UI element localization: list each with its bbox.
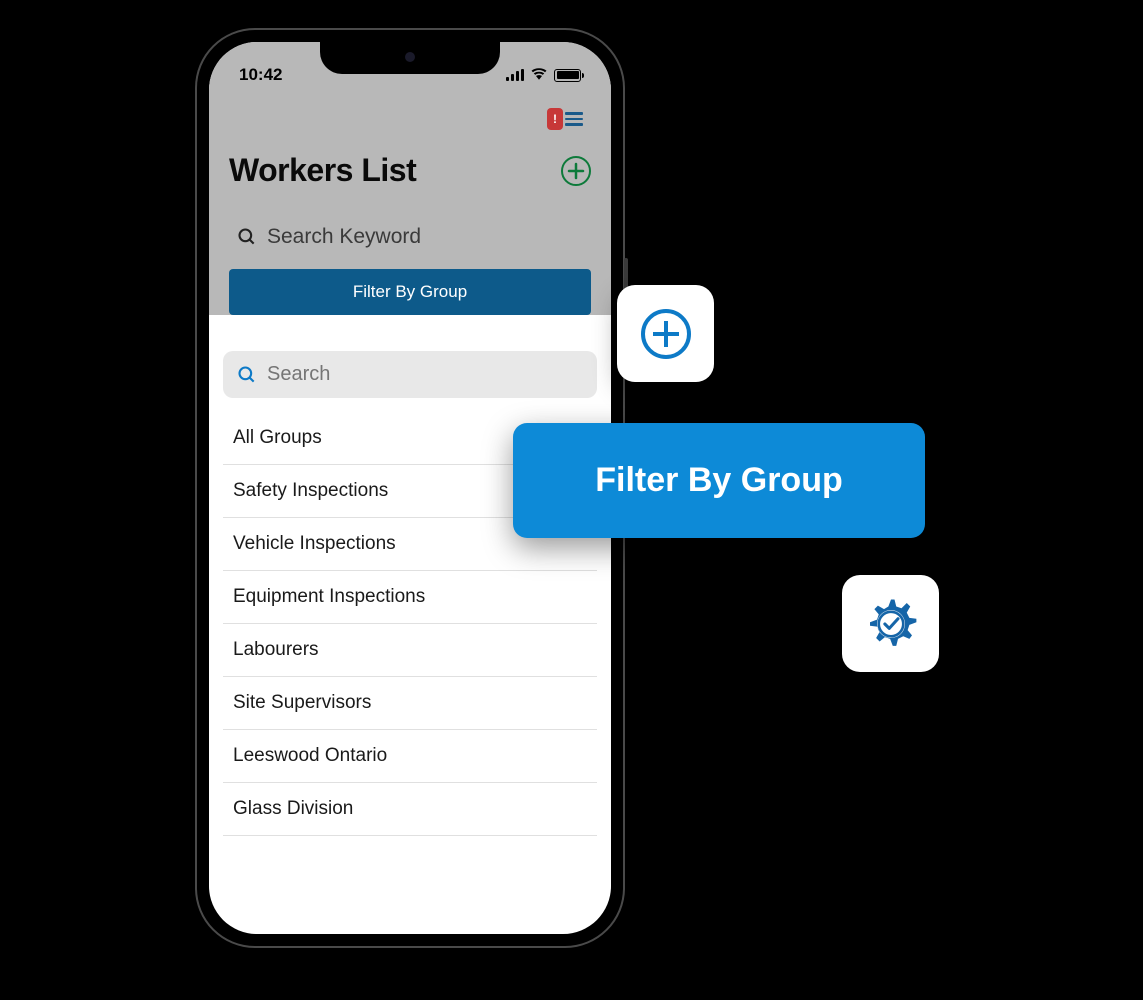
filter-by-group-floating-button[interactable]: Filter By Group [513, 423, 925, 538]
phone-notch [320, 42, 500, 74]
group-item[interactable]: Leeswood Ontario [223, 730, 597, 783]
settings-floating-card[interactable] [842, 575, 939, 672]
search-icon [237, 365, 257, 385]
add-button[interactable] [561, 156, 591, 186]
page-title: Workers List [229, 152, 416, 189]
status-time: 10:42 [239, 65, 282, 85]
group-search-field[interactable] [223, 351, 597, 398]
group-item[interactable]: Labourers [223, 624, 597, 677]
search-keyword-placeholder: Search Keyword [267, 225, 421, 249]
plus-circle-icon [641, 309, 691, 359]
group-dropdown-panel: All Groups Safety Inspections Vehicle In… [209, 333, 611, 836]
gear-check-icon [863, 596, 919, 652]
app-header: ! Workers List [209, 96, 611, 315]
battery-icon [554, 69, 581, 82]
filter-by-group-button[interactable]: Filter By Group [229, 269, 591, 315]
group-search-input[interactable] [267, 363, 583, 386]
group-item[interactable]: Glass Division [223, 783, 597, 836]
hamburger-icon [565, 112, 583, 126]
status-icons [506, 66, 581, 85]
menu-button[interactable]: ! [547, 108, 583, 130]
notification-badge-icon: ! [547, 108, 563, 130]
search-icon [237, 227, 257, 247]
group-item[interactable]: Site Supervisors [223, 677, 597, 730]
add-floating-card[interactable] [617, 285, 714, 382]
group-item[interactable]: Equipment Inspections [223, 571, 597, 624]
wifi-icon [530, 66, 548, 85]
search-keyword-input[interactable]: Search Keyword [229, 209, 591, 269]
plus-icon [567, 162, 585, 180]
signal-icon [506, 69, 524, 81]
